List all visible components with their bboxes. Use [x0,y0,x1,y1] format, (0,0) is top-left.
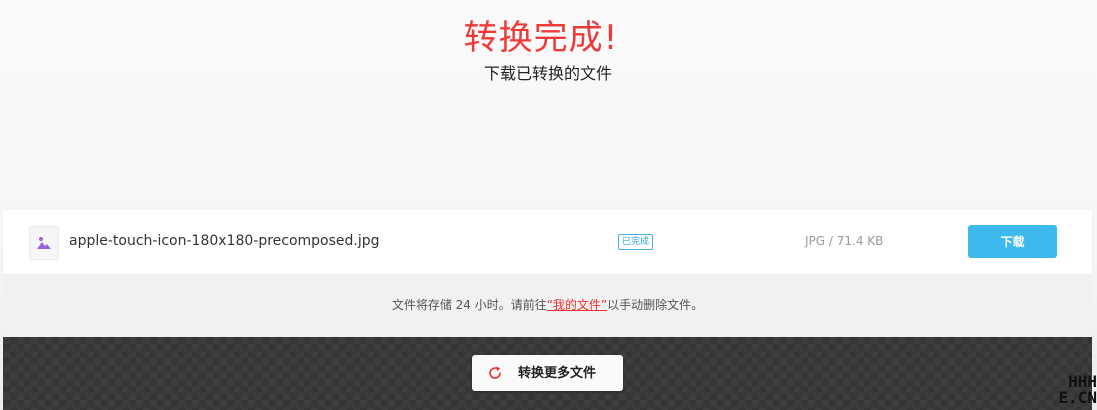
storage-note-suffix: 以手动删除文件。 [607,298,704,312]
file-name: apple-touch-icon-180x180-precomposed.jpg [69,233,380,249]
download-button[interactable]: 下载 [968,225,1057,258]
watermark-line-2: E.CN [1058,388,1097,407]
file-meta: JPG / 71.4 KB [805,234,884,248]
page-subtitle: 下载已转换的文件 [483,64,612,83]
storage-note: 文件将存储 24 小时。请前往“我的文件”以手动删除文件。 [3,296,1092,314]
my-files-link[interactable]: “我的文件” [547,298,607,312]
image-icon [29,226,59,260]
file-row: apple-touch-icon-180x180-precomposed.jpg… [3,210,1092,274]
storage-note-text: 文件将存储 24 小时。请前往 [391,298,547,312]
page-title: 转换完成! [463,18,619,58]
refresh-icon [487,365,503,381]
convert-more-label: 转换更多文件 [518,365,597,380]
status-badge: 已完成 [618,234,654,250]
site-watermark: HHH E.CN [1047,374,1097,410]
conversion-complete-page: 转换完成! 下载已转换的文件 apple-touch-icon-180x180-… [0,0,1097,410]
convert-more-button[interactable]: 转换更多文件 [472,355,623,391]
